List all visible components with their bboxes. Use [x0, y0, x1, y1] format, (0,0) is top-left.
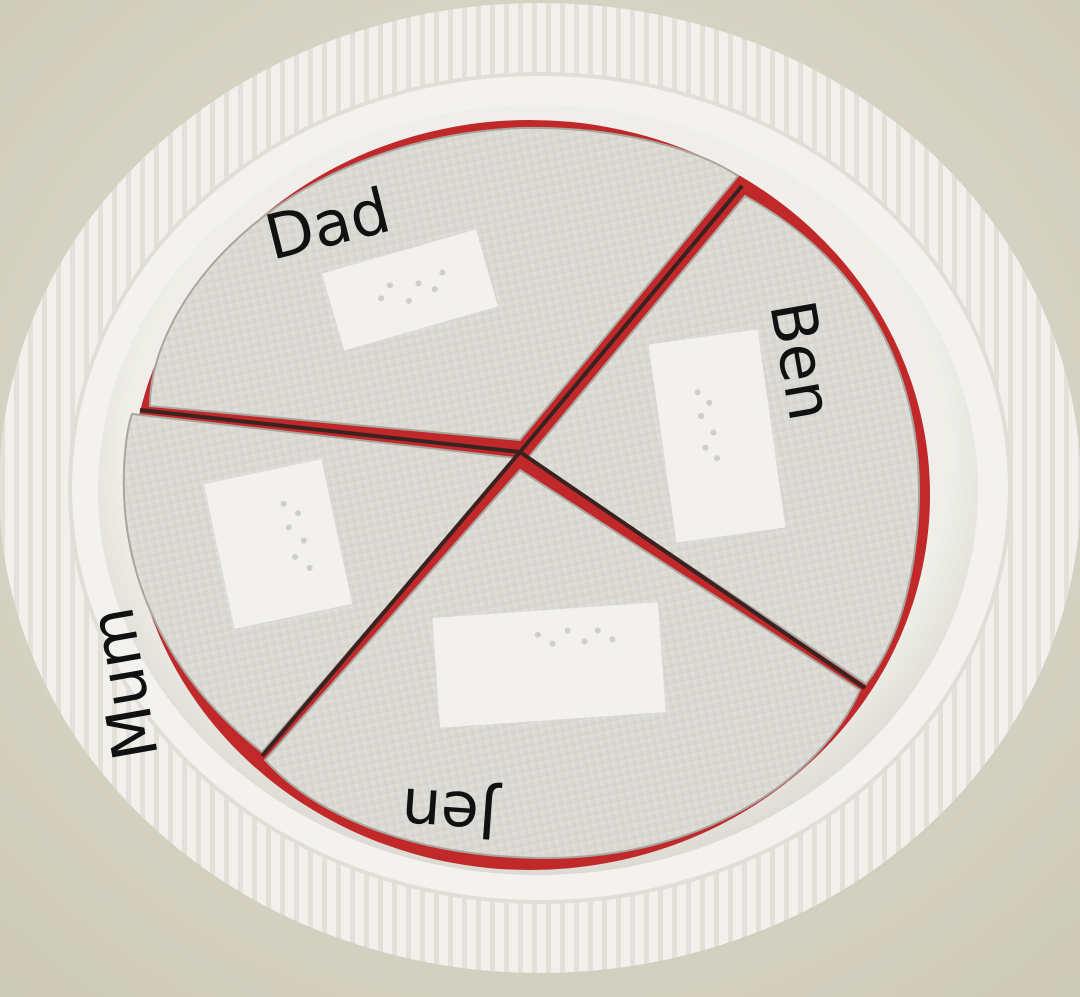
photo-scene: Dad Ben Jen Mum [0, 0, 1080, 997]
braille-label-icon [432, 602, 666, 728]
segment-label-jen: Jen [399, 773, 504, 853]
plate-illustration: Dad Ben Jen Mum [0, 0, 1080, 997]
